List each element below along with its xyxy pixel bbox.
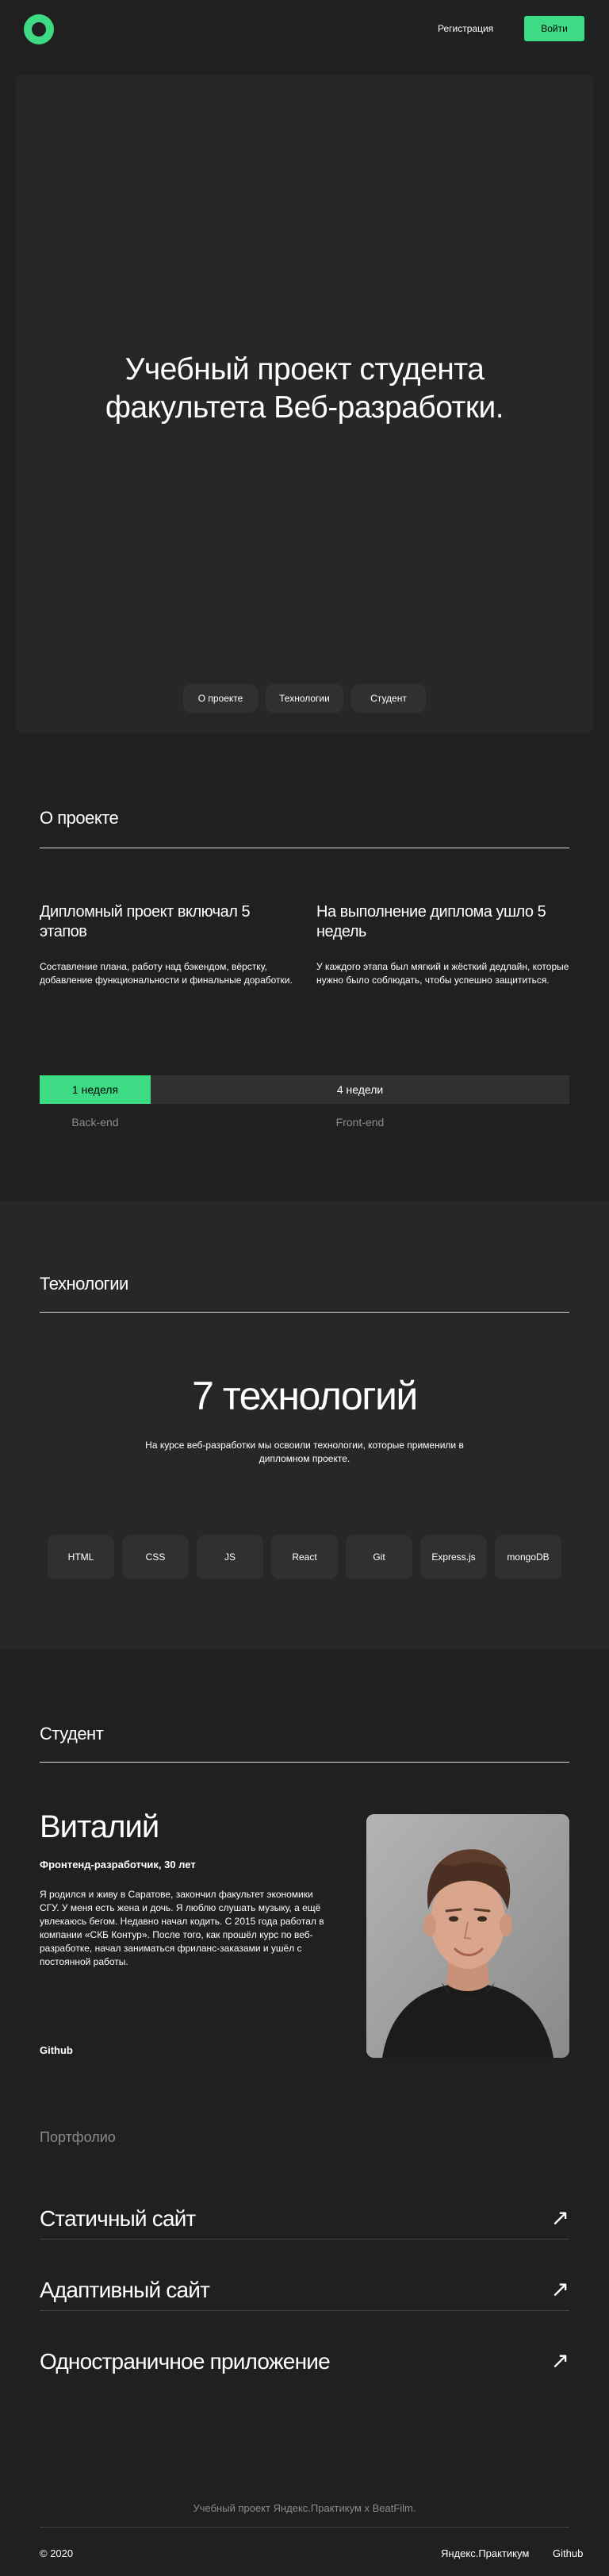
footer-link-practicum[interactable]: Яндекс.Практикум [441,2547,529,2559]
timeline-frontend-caption: Front-end [335,1116,385,1128]
student-title: Студент [40,1724,104,1744]
student-photo [366,1814,569,2058]
tech-headline: 7 технологий [192,1374,418,1418]
login-button[interactable]: Войти [524,16,584,41]
student-name: Виталий [40,1809,159,1844]
tech-chip-css: CSS [122,1535,189,1579]
footer-divider [40,2527,569,2528]
student-role: Фронтенд-разработчик, 30 лет [40,1859,196,1870]
tech-chip-git: Git [346,1535,412,1579]
nav-tab-about[interactable]: О проекте [183,684,258,713]
portfolio-item-spa[interactable]: Одностраничное приложение ↗ [40,2311,569,2382]
portfolio-item-label: Адаптивный сайт [40,2278,210,2302]
portfolio-item-label: Статичный сайт [40,2206,196,2231]
timeline-frontend-bar: 4 недели [151,1075,569,1104]
footer-link-github[interactable]: Github [553,2547,583,2559]
arrow-up-right-icon: ↗ [550,2205,569,2230]
student-divider [40,1762,569,1763]
timeline-backend-caption: Back-end [71,1116,119,1128]
hero-title: Учебный проект студента факультета Веб-р… [16,351,593,427]
hero-title-line-1: Учебный проект студента [124,352,485,386]
portfolio-item-label: Одностраничное приложение [40,2349,331,2374]
student-bio: Я родился и живу в Саратове, закончил фа… [40,1889,324,1967]
footer-caption: Учебный проект Яндекс.Практикум х BeatFi… [193,2502,416,2514]
arrow-up-right-icon: ↗ [550,2277,569,2301]
nav-tab-tech[interactable]: Технологии [266,684,343,713]
tech-chip-js: JS [197,1535,263,1579]
tech-chip-mongodb: mongoDB [495,1535,561,1579]
student-photo-illustration [366,1814,569,2058]
student-github-link[interactable]: Github [40,2044,73,2056]
logo[interactable] [24,14,54,44]
about-col2-text: У каждого этапа был мягкий и жёсткий дед… [316,961,569,986]
timeline-backend-bar: 1 неделя [40,1075,151,1104]
hero-title-line-2: факультета Веб-разработки. [105,390,504,425]
tech-chip-react: React [271,1535,338,1579]
portfolio-item-adaptive[interactable]: Адаптивный сайт ↗ [40,2240,569,2311]
about-title: О проекте [40,808,119,828]
tech-chip-express: Express.js [420,1535,487,1579]
tech-divider [40,1312,569,1313]
arrow-up-right-icon: ↗ [550,2348,569,2373]
tech-title: Технологии [40,1274,128,1294]
tech-section [0,1201,609,1649]
tech-chip-html: HTML [48,1535,114,1579]
footer-copyright: © 2020 [40,2547,74,2559]
nav-tab-student[interactable]: Студент [351,684,426,713]
about-col1-title: Дипломный проект включал 5 этапов [40,903,251,940]
portfolio-title: Портфолио [40,2129,116,2145]
about-col1-text: Составление плана, работу над бэкендом, … [40,961,293,986]
register-link[interactable]: Регистрация [438,23,493,34]
tech-subtitle: На курсе веб-разработки мы освоили техно… [145,1440,464,1464]
about-col2-title: На выполнение диплома ушло 5 недель [316,903,546,940]
portfolio-item-static[interactable]: Статичный сайт ↗ [40,2168,569,2240]
